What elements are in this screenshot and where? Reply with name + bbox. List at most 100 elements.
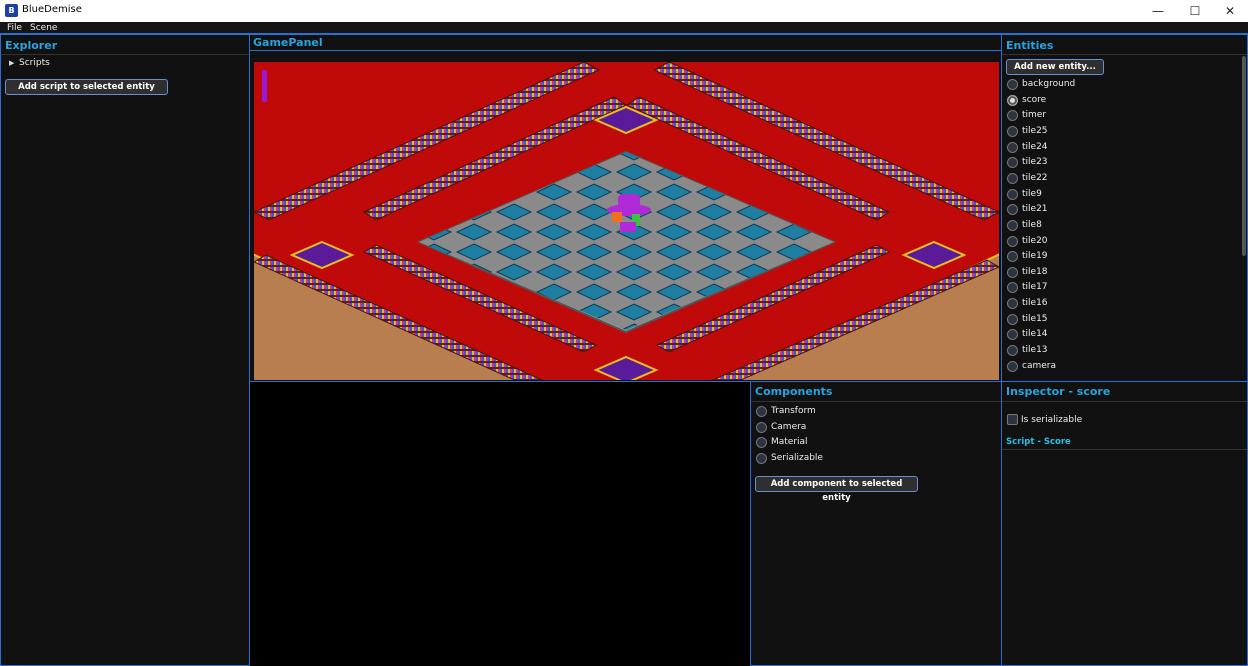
radio-icon[interactable]: [756, 437, 767, 449]
entity-label: tile20: [1022, 235, 1048, 246]
radio-icon[interactable]: [1007, 235, 1018, 247]
entity-label: tile22: [1022, 172, 1048, 183]
entity-item[interactable]: tile20: [1006, 235, 1236, 249]
entity-label: tile15: [1022, 313, 1048, 324]
entity-item[interactable]: tile16: [1006, 297, 1236, 311]
entity-item[interactable]: tile22: [1006, 172, 1236, 186]
entity-label: tile13: [1022, 345, 1048, 356]
maximize-icon[interactable]: ☐: [1177, 0, 1213, 22]
add-entity-button[interactable]: Add new entity...: [1006, 59, 1104, 75]
explorer-title: Explorer: [5, 39, 58, 52]
component-label: Camera: [771, 421, 807, 432]
components-divider: [751, 401, 1001, 402]
components-panel: Components Transform Camera Material Serial…: [750, 381, 1002, 666]
tree-expand-icon[interactable]: ▶: [9, 59, 14, 67]
radio-icon[interactable]: [756, 406, 767, 417]
entity-label: camera: [1022, 360, 1056, 371]
script-divider: [1002, 449, 1247, 450]
component-label: Transform: [771, 406, 816, 416]
entity-item[interactable]: tile21: [1006, 203, 1236, 217]
entity-item[interactable]: tile15: [1006, 313, 1236, 327]
entities-divider: [1002, 54, 1247, 55]
entity-item[interactable]: tile9: [1006, 188, 1236, 202]
entity-item[interactable]: tile24: [1006, 141, 1236, 155]
game-viewport[interactable]: [254, 62, 999, 380]
radio-icon[interactable]: [756, 452, 767, 464]
entity-label: tile18: [1022, 266, 1048, 277]
radio-icon[interactable]: [1007, 360, 1018, 372]
explorer-divider: [1, 54, 249, 55]
radio-icon[interactable]: [1007, 172, 1018, 184]
tree-item-scripts[interactable]: Scripts: [19, 58, 50, 68]
radio-icon[interactable]: [1007, 313, 1018, 325]
entity-label: tile19: [1022, 251, 1048, 262]
entity-label: tile21: [1022, 204, 1048, 215]
component-label: Serializable: [771, 452, 823, 463]
empty-panel: [249, 381, 751, 666]
entity-item[interactable]: camera: [1006, 360, 1236, 374]
entity-item[interactable]: background: [1006, 78, 1236, 92]
entity-item[interactable]: tile14: [1006, 328, 1236, 342]
entity-list-scrollbar[interactable]: [1242, 56, 1246, 256]
menu-bar: File Scene: [0, 22, 1248, 34]
entity-label: tile9: [1022, 188, 1042, 199]
component-item[interactable]: Transform: [755, 405, 955, 419]
radio-icon[interactable]: [1007, 204, 1018, 216]
game-panel-divider: [250, 50, 1001, 51]
entity-label: tile8: [1022, 219, 1042, 230]
add-component-button[interactable]: Add component to selected entity: [755, 476, 918, 503]
app-logo-icon: B: [5, 4, 18, 17]
component-item[interactable]: Serializable: [755, 452, 955, 466]
entity-item[interactable]: timer: [1006, 109, 1236, 123]
radio-icon[interactable]: [1007, 219, 1018, 231]
serializable-label: Is serializable: [1021, 415, 1083, 425]
entities-panel: Entities Add new entity... background sco…: [1001, 34, 1248, 382]
script-label: Script - Score: [1006, 437, 1071, 447]
serializable-checkbox[interactable]: [1007, 414, 1018, 425]
entity-label: tile16: [1022, 298, 1048, 309]
entity-item[interactable]: score: [1006, 94, 1236, 108]
title-bar: B BlueDemise — ☐ ✕: [0, 0, 1248, 22]
entity-label: tile23: [1022, 157, 1048, 168]
radio-icon[interactable]: [1007, 79, 1018, 90]
entity-item[interactable]: tile25: [1006, 125, 1236, 139]
entity-item[interactable]: tile23: [1006, 156, 1236, 170]
radio-icon[interactable]: [1007, 298, 1018, 310]
component-item[interactable]: Camera: [755, 421, 955, 435]
entity-list: background score timer tile25 tile24 tile23 ti…: [1006, 78, 1238, 380]
minimize-icon[interactable]: —: [1140, 0, 1176, 22]
radio-icon[interactable]: [1007, 125, 1018, 137]
entity-item[interactable]: tile17: [1006, 281, 1236, 295]
entity-label: tile17: [1022, 282, 1048, 293]
entity-label: tile14: [1022, 329, 1048, 340]
radio-icon[interactable]: [1007, 110, 1018, 122]
entity-item[interactable]: tile13: [1006, 344, 1236, 358]
radio-icon[interactable]: [1007, 282, 1018, 294]
radio-icon[interactable]: [756, 421, 767, 433]
radio-icon[interactable]: [1007, 188, 1018, 200]
menu-file[interactable]: File: [7, 22, 22, 34]
add-script-button[interactable]: Add script to selected entity: [5, 79, 168, 95]
close-icon[interactable]: ✕: [1212, 0, 1248, 22]
entity-item[interactable]: tile18: [1006, 266, 1236, 280]
entity-item[interactable]: tile19: [1006, 250, 1236, 264]
radio-icon[interactable]: [1007, 251, 1018, 263]
menu-scene[interactable]: Scene: [30, 22, 57, 34]
radio-icon[interactable]: [1007, 141, 1018, 153]
component-item[interactable]: Material: [755, 436, 955, 450]
radio-icon[interactable]: [1007, 94, 1018, 106]
radio-icon[interactable]: [1007, 345, 1018, 357]
radio-icon[interactable]: [1007, 266, 1018, 278]
entity-label: tile25: [1022, 125, 1048, 136]
entity-label: background: [1022, 79, 1076, 89]
entity-label: timer: [1022, 110, 1047, 121]
entities-title: Entities: [1006, 39, 1054, 52]
radio-icon[interactable]: [1007, 157, 1018, 169]
entity-label: score: [1022, 94, 1047, 105]
window-title: BlueDemise: [22, 4, 82, 15]
radio-icon[interactable]: [1007, 329, 1018, 341]
entity-item[interactable]: tile8: [1006, 219, 1236, 233]
inspector-title: Inspector - score: [1006, 385, 1111, 398]
inspector-panel: Inspector - score Is serializable Script…: [1001, 381, 1248, 666]
component-label: Material: [771, 437, 808, 448]
